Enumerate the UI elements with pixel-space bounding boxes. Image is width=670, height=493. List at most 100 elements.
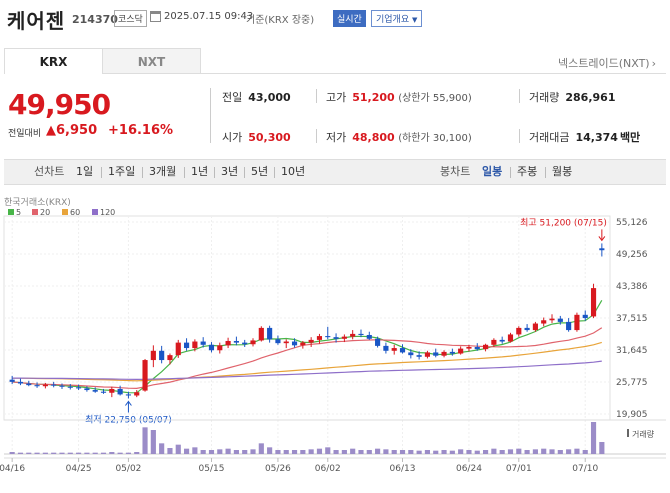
volume-bar (208, 450, 215, 454)
candle-body (416, 355, 422, 357)
candle-body (142, 360, 148, 391)
price-chart[interactable]: 한국거래소(KRX) 5 20 60 120 55,126 49,256 43,386 37… (0, 192, 670, 493)
y-tick-label: 49,256 (616, 250, 648, 260)
period-3y[interactable]: 3년 (221, 160, 238, 184)
nextrade-link[interactable]: 넥스트레이드(NXT) › (558, 55, 656, 71)
volume-bar (574, 448, 580, 454)
volume-bar (175, 444, 181, 454)
candle-body (250, 340, 256, 345)
realtime-badge[interactable]: 실시간 (333, 10, 366, 27)
volume-bar (183, 448, 190, 454)
x-tick-label: 05/15 (199, 464, 225, 474)
sep (244, 167, 245, 178)
volume-bar (100, 452, 107, 454)
volume-bar (499, 450, 505, 454)
volume-bar (67, 452, 73, 454)
x-tick-label: 05/02 (115, 464, 141, 474)
line-chart-label[interactable]: 선차트 (34, 160, 64, 184)
candle-body (441, 351, 447, 356)
legend-swatch-20 (32, 209, 38, 215)
volume-bar (399, 450, 406, 454)
candle-body (208, 344, 215, 351)
volume-bar (258, 443, 264, 454)
candle-body (300, 342, 306, 346)
candle-body (491, 339, 497, 345)
x-tick-label: 05/26 (265, 464, 291, 474)
candle-body (159, 350, 165, 361)
low-value: 48,800 (352, 131, 395, 144)
candle-chart-label[interactable]: 봉차트 (440, 160, 470, 184)
volume-bar (350, 448, 356, 454)
period-weekly[interactable]: 주봉 (517, 160, 537, 184)
period-10y[interactable]: 10년 (281, 160, 305, 184)
candle-body (566, 321, 572, 331)
volume-bar (590, 422, 597, 454)
candle-body (67, 386, 73, 388)
candle-body (333, 337, 339, 339)
candle-body (424, 352, 431, 357)
y-axis: 55,126 49,256 43,386 37,515 31,645 25,775 19,9… (616, 218, 648, 420)
volume-bar (76, 452, 82, 454)
change-value: ▲6,950 (46, 123, 97, 138)
candle-body (516, 327, 522, 335)
chart-title: 한국거래소(KRX) (4, 197, 71, 208)
volume-legend-swatch (627, 429, 629, 437)
x-axis: 04/16 04/25 05/02 05/15 05/26 06/02 06/13 06/24… (0, 457, 666, 474)
period-5y[interactable]: 5년 (251, 160, 268, 184)
candle-body (499, 339, 505, 342)
upper-limit: (상한가 55,900) (398, 93, 472, 104)
company-info-button[interactable]: 기업개요 ▼ (371, 10, 423, 27)
candle-body (26, 383, 32, 386)
volume-label: 거래량 (529, 91, 560, 104)
trade-value-label: 거래대금 (529, 131, 570, 144)
candle-body (175, 342, 181, 356)
candle-body (574, 314, 580, 331)
sep (214, 167, 215, 178)
prev-close-value: 43,000 (248, 91, 291, 104)
volume-bar (549, 449, 555, 454)
x-tick-label: 06/13 (390, 464, 416, 474)
chart-svg[interactable]: 한국거래소(KRX) 5 20 60 120 55,12649,25643,38637… (0, 192, 670, 493)
legend-swatch-120 (92, 209, 98, 215)
period-1y[interactable]: 1년 (191, 160, 208, 184)
y-tick-label: 31,645 (616, 346, 648, 356)
period-3m[interactable]: 3개월 (149, 160, 176, 184)
legend-swatch-5 (8, 209, 14, 215)
volume-bar (383, 449, 389, 454)
volume-bar (333, 450, 339, 454)
volume-bar (507, 449, 514, 454)
period-daily[interactable]: 일봉 (482, 160, 502, 184)
change-label: 전일대비 (8, 129, 42, 139)
candle-body (59, 385, 65, 387)
candle-body (267, 327, 273, 340)
volume-bar (217, 449, 223, 454)
volume-bar (424, 450, 431, 454)
volume-bar (125, 452, 132, 454)
tab-nxt[interactable]: NXT (102, 48, 201, 74)
open-price: 시가 50,300 (222, 129, 291, 145)
candle-body (308, 339, 314, 343)
period-1d[interactable]: 1일 (76, 160, 93, 184)
tab-krx[interactable]: KRX (4, 48, 103, 74)
trade-value-amount: 14,374 (575, 131, 618, 144)
candle-body (449, 351, 455, 354)
candle-body (599, 248, 605, 251)
volume-bar (375, 448, 381, 454)
candle-body (507, 334, 514, 342)
tab-divider (201, 73, 666, 74)
volume-bar (449, 450, 455, 454)
candle-body (482, 344, 489, 350)
volume-bar (225, 448, 231, 454)
period-monthly[interactable]: 월봉 (552, 160, 572, 184)
open-label: 시가 (222, 131, 243, 144)
volume-bar (557, 450, 563, 454)
volume-bar (291, 450, 298, 454)
candle-body (458, 348, 464, 354)
y-tick-label: 55,126 (616, 218, 648, 228)
candle-body (192, 341, 198, 349)
volume-bar (42, 452, 48, 454)
volume-bar (433, 450, 439, 454)
period-1w[interactable]: 1주일 (108, 160, 135, 184)
candle-body (283, 341, 289, 344)
calendar-icon (150, 11, 161, 22)
